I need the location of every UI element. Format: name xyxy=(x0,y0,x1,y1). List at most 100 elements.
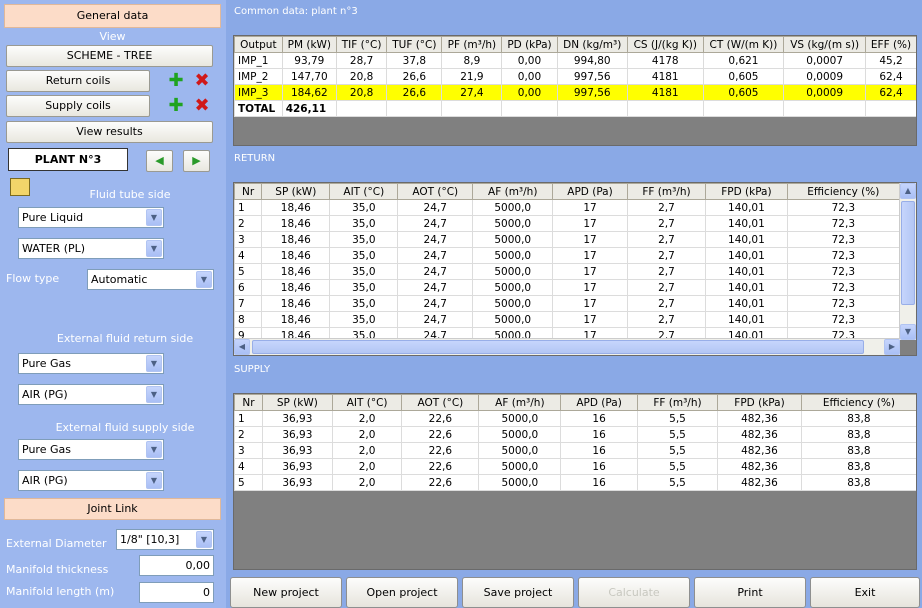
ext-diameter-value: 1/8" [10,3] xyxy=(120,533,180,546)
table-row[interactable]: 1 36,93 2,0 22,6 5000,0 16 5,5 482,36 83,8 xyxy=(234,410,916,427)
column-header[interactable]: VS (kg/(m s)) xyxy=(783,36,867,53)
column-header[interactable]: AOT (°C) xyxy=(401,394,480,411)
table-row[interactable]: 2 36,93 2,0 22,6 5000,0 16 5,5 482,36 83,8 xyxy=(234,426,916,443)
ext-supply-fluid-select[interactable]: AIR (PG) ▼ xyxy=(18,470,164,491)
chevron-down-icon: ▼ xyxy=(196,531,212,548)
column-header[interactable]: APD (Pa) xyxy=(552,183,628,200)
table-cell: 1 xyxy=(234,410,263,427)
table-row[interactable]: 5 36,93 2,0 22,6 5000,0 16 5,5 482,36 83,8 xyxy=(234,474,916,491)
scheme-tree-button[interactable]: SCHEME - TREE xyxy=(6,45,213,67)
flow-type-value: Automatic xyxy=(91,273,148,286)
table-cell: 2 xyxy=(234,215,263,232)
column-header[interactable]: AIT (°C) xyxy=(329,183,399,200)
add-supply-coil-icon[interactable]: ✚ xyxy=(166,95,186,116)
column-header[interactable]: AF (m³/h) xyxy=(478,394,562,411)
table-row[interactable]: 4 36,93 2,0 22,6 5000,0 16 5,5 482,36 83,8 xyxy=(234,458,916,475)
flow-type-select[interactable]: Automatic ▼ xyxy=(87,269,214,290)
common-data-grid: Output PM (kW) TIF (°C) TUF (°C) PF (m³/h) PD… xyxy=(233,35,917,146)
table-cell: 5000,0 xyxy=(478,410,562,427)
return-horizontal-scrollbar[interactable]: ◀ ▶ xyxy=(234,338,900,355)
table-row[interactable]: 2 18,46 35,0 24,7 5000,0 17 2,7 140,01 72,3 xyxy=(234,215,901,232)
column-header[interactable]: AF (m³/h) xyxy=(472,183,554,200)
fluid-select[interactable]: WATER (PL) ▼ xyxy=(18,238,164,259)
column-header[interactable]: Efficiency (%) xyxy=(786,183,901,200)
fluid-type-select[interactable]: Pure Liquid ▼ xyxy=(18,207,164,228)
scroll-thumb[interactable] xyxy=(901,201,915,305)
general-data-header: General data xyxy=(4,4,221,28)
column-header[interactable]: FF (m³/h) xyxy=(626,183,707,200)
scroll-thumb-horizontal[interactable] xyxy=(252,340,864,354)
scroll-up-icon[interactable]: ▲ xyxy=(900,183,916,199)
save-project-button[interactable]: Save project xyxy=(462,577,574,608)
column-header[interactable]: PM (kW) xyxy=(281,36,337,53)
envelope-icon[interactable] xyxy=(10,178,30,196)
manifold-length-input[interactable]: 0 xyxy=(139,582,214,603)
table-row[interactable]: 1 18,46 35,0 24,7 5000,0 17 2,7 140,01 72,3 xyxy=(234,199,901,216)
column-header[interactable]: DN (kg/m³) xyxy=(556,36,628,53)
ext-return-type-value: Pure Gas xyxy=(22,357,71,370)
ext-diameter-select[interactable]: 1/8" [10,3] ▼ xyxy=(116,529,214,550)
prev-plant-button[interactable]: ◀ xyxy=(146,150,173,172)
scroll-down-icon[interactable]: ▼ xyxy=(900,324,916,340)
add-return-coil-icon[interactable]: ✚ xyxy=(166,70,186,91)
empty-cell xyxy=(501,100,558,117)
print-button[interactable]: Print xyxy=(694,577,806,608)
column-header[interactable]: EFF (%) xyxy=(865,36,916,53)
table-cell: 140,01 xyxy=(705,215,788,232)
column-header[interactable]: CT (W/(m K)) xyxy=(702,36,785,53)
column-header[interactable]: Nr xyxy=(234,183,263,200)
table-cell: 45,2 xyxy=(865,52,916,69)
common-data-title: Common data: plant n°3 xyxy=(234,6,358,17)
calculate-button[interactable]: Calculate xyxy=(578,577,690,608)
return-coils-button[interactable]: Return coils xyxy=(6,70,150,92)
table-row[interactable]: 6 18,46 35,0 24,7 5000,0 17 2,7 140,01 72,3 xyxy=(234,279,901,296)
column-header[interactable]: TUF (°C) xyxy=(386,36,443,53)
column-header[interactable]: PD (kPa) xyxy=(501,36,558,53)
ext-return-type-select[interactable]: Pure Gas ▼ xyxy=(18,353,164,374)
table-row[interactable]: 4 18,46 35,0 24,7 5000,0 17 2,7 140,01 72,3 xyxy=(234,247,901,264)
column-header[interactable]: SP (kW) xyxy=(261,183,331,200)
table-cell: 997,56 xyxy=(556,68,628,85)
table-row[interactable]: IMP_2 147,70 20,8 26,6 21,9 0,00 997,56 4181 0,6… xyxy=(234,68,916,85)
column-header[interactable]: TIF (°C) xyxy=(335,36,388,53)
table-row[interactable]: 7 18,46 35,0 24,7 5000,0 17 2,7 140,01 72,3 xyxy=(234,295,901,312)
column-header[interactable]: AIT (°C) xyxy=(331,394,403,411)
delete-supply-coil-icon[interactable]: ✖ xyxy=(192,95,212,116)
column-header[interactable]: Efficiency (%) xyxy=(800,394,916,411)
table-row[interactable]: 8 18,46 35,0 24,7 5000,0 17 2,7 140,01 72,3 xyxy=(234,311,901,328)
column-header[interactable]: AOT (°C) xyxy=(397,183,474,200)
new-project-button[interactable]: New project xyxy=(230,577,342,608)
table-row[interactable]: 3 18,46 35,0 24,7 5000,0 17 2,7 140,01 72,3 xyxy=(234,231,901,248)
supply-coils-button[interactable]: Supply coils xyxy=(6,95,150,117)
column-header[interactable]: PF (m³/h) xyxy=(441,36,503,53)
manifold-thickness-input[interactable]: 0,00 xyxy=(139,555,214,576)
table-cell: 36,93 xyxy=(261,442,333,459)
scroll-right-icon[interactable]: ▶ xyxy=(884,339,900,355)
table-row[interactable]: IMP_1 93,79 28,7 37,8 8,9 0,00 994,80 4178 0,621… xyxy=(234,52,916,69)
table-cell: 5000,0 xyxy=(472,295,554,312)
ext-supply-side-label: External fluid supply side xyxy=(55,421,195,434)
column-header[interactable]: APD (Pa) xyxy=(560,394,638,411)
column-header[interactable]: CS (J/(kg K)) xyxy=(626,36,704,53)
view-results-button[interactable]: View results xyxy=(6,121,213,143)
table-cell: 2,0 xyxy=(331,410,403,427)
table-row[interactable]: 3 36,93 2,0 22,6 5000,0 16 5,5 482,36 83,8 xyxy=(234,442,916,459)
scroll-left-icon[interactable]: ◀ xyxy=(234,339,250,355)
return-vertical-scrollbar[interactable]: ▲ ▼ xyxy=(899,183,916,340)
table-cell: 2,7 xyxy=(626,215,707,232)
table-cell: 24,7 xyxy=(397,247,474,264)
delete-return-coil-icon[interactable]: ✖ xyxy=(192,70,212,91)
ext-return-fluid-select[interactable]: AIR (PG) ▼ xyxy=(18,384,164,405)
column-header[interactable]: SP (kW) xyxy=(261,394,333,411)
column-header[interactable]: FPD (kPa) xyxy=(717,394,802,411)
next-plant-button[interactable]: ▶ xyxy=(183,150,210,172)
table-row[interactable]: IMP_3 184,62 20,8 26,6 27,4 0,00 997,56 4181 0,6… xyxy=(234,84,916,101)
column-header[interactable]: Output xyxy=(234,36,283,53)
ext-supply-type-select[interactable]: Pure Gas ▼ xyxy=(18,439,164,460)
column-header[interactable]: FF (m³/h) xyxy=(636,394,719,411)
column-header[interactable]: FPD (kPa) xyxy=(705,183,788,200)
exit-button[interactable]: Exit xyxy=(810,577,920,608)
open-project-button[interactable]: Open project xyxy=(346,577,458,608)
column-header[interactable]: Nr xyxy=(234,394,263,411)
table-row[interactable]: 5 18,46 35,0 24,7 5000,0 17 2,7 140,01 72,3 xyxy=(234,263,901,280)
